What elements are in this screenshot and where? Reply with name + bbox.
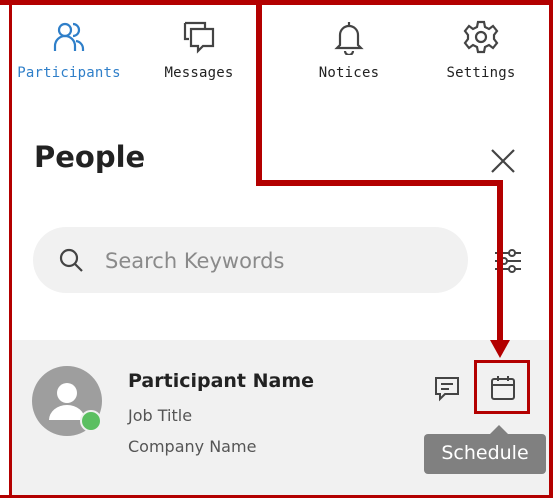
panel-title: People — [34, 140, 146, 174]
bell-icon — [294, 19, 404, 55]
tab-label: Messages — [164, 65, 234, 81]
tab-participants[interactable]: Participants — [14, 5, 124, 100]
participant-company: Company Name — [128, 437, 257, 456]
tab-messages[interactable]: Messages — [144, 5, 254, 100]
annotation-border-right — [549, 0, 553, 498]
top-tab-bar: Participants Messages Notices Settings — [14, 5, 549, 100]
tab-label: Notices — [318, 65, 380, 81]
tab-label: Participants — [17, 65, 121, 81]
close-button[interactable] — [486, 144, 520, 178]
participant-name: Participant Name — [128, 370, 315, 392]
schedule-tooltip: Schedule — [424, 425, 546, 474]
filter-button[interactable] — [490, 245, 526, 277]
tooltip-label: Schedule — [441, 442, 529, 464]
calendar-icon — [491, 376, 515, 400]
participants-icon — [14, 19, 124, 55]
filter-icon — [495, 249, 521, 273]
tab-label: Settings — [446, 65, 516, 81]
search-bar — [33, 227, 468, 293]
annotation-border-left — [0, 0, 12, 498]
tab-settings[interactable]: Settings — [426, 5, 536, 100]
search-icon — [57, 246, 85, 274]
schedule-button[interactable] — [474, 360, 530, 414]
participant-job-title: Job Title — [128, 406, 193, 425]
gear-icon — [426, 19, 536, 55]
message-button[interactable] — [430, 372, 464, 404]
search-input[interactable] — [103, 243, 447, 279]
message-icon — [435, 377, 459, 402]
tab-notices[interactable]: Notices — [294, 5, 404, 100]
close-icon — [491, 149, 515, 173]
participant-row[interactable]: Participant Name Job Title Company Name … — [12, 340, 549, 495]
online-status-indicator — [80, 410, 102, 432]
messages-icon — [144, 19, 254, 55]
